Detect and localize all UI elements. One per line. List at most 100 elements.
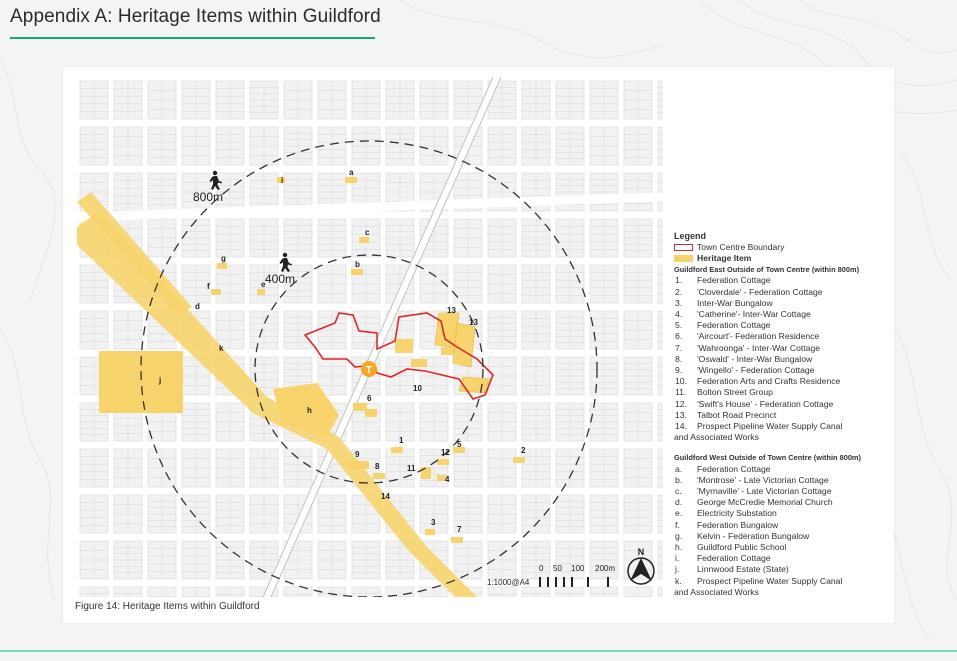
legend-item-text: Guildford Public School [697, 542, 787, 553]
legend-list-item: 11. Bolton Street Group [674, 387, 889, 398]
legend-item-number: 13. [675, 409, 687, 420]
item-label-6: 6 [367, 394, 372, 403]
legend-item-text: 'Wahroonga' - Inter-War Cottage [697, 342, 821, 353]
legend-item-text: Electricity Substation [697, 508, 777, 519]
legend-item-number: f. [675, 519, 680, 530]
legend-item-number: 4. [675, 309, 683, 320]
scale-tick-100: 100 [571, 564, 585, 573]
item-label-9: 9 [355, 450, 360, 459]
item-label-2: 2 [521, 446, 526, 455]
legend-list-item: 9. 'Wingello' - Federation Cottage [674, 365, 889, 376]
legend-list-item: a. Federation Cottage [674, 464, 889, 475]
walk-ring-400m-label: 400m [265, 272, 295, 286]
legend-item-number: e. [675, 508, 683, 519]
legend-list-item: 13. Talbot Road Precinct [674, 410, 889, 421]
legend-item-number: a. [675, 463, 683, 474]
scale-tick-50: 50 [553, 564, 562, 573]
legend-item-number: k. [675, 575, 682, 586]
west-item-k-continued: and Associated Works [674, 586, 759, 597]
item-label-f: f [207, 282, 210, 291]
scale-tick-0: 0 [539, 564, 544, 573]
item-label-i: i [281, 176, 283, 185]
legend-list-item: 8. 'Oswald' - Inter-War Bungalow [674, 354, 889, 365]
legend-item-text: Federation Cottage [697, 463, 771, 474]
legend-list-item: 10. Federation Arts and Crafts Residence [674, 376, 889, 387]
legend-item-number: 6. [675, 331, 683, 342]
heritage-map: 800m 400m T 1 2 3 4 5 6 7 8 9 10 11 12 1… [77, 77, 663, 597]
legend-item-number: h. [675, 542, 683, 553]
station-marker-label: T [366, 365, 372, 376]
legend-item-number: 11. [675, 387, 687, 398]
map-legend: Legend Town Centre Boundary Heritage Ite… [674, 231, 889, 598]
legend-item-number: i. [675, 553, 680, 564]
legend-item-number: 8. [675, 353, 683, 364]
legend-list-item: 4. 'Catherine'- Inter-War Cottage [674, 309, 889, 320]
item-label-11: 11 [407, 464, 416, 473]
boundary-swatch [674, 244, 693, 252]
item-label-c: c [365, 228, 370, 237]
legend-title: Legend [674, 231, 707, 241]
legend-list-item: h. Guildford Public School [674, 542, 889, 553]
legend-item-text: Inter-War Bungalow [697, 297, 773, 308]
legend-list-item: 6. 'Aircourt'- Federation Residence [674, 331, 889, 342]
legend-item-text: Prospect Pipeline Water Supply Canal [697, 575, 843, 586]
legend-item-text: Federation Cottage [697, 320, 771, 331]
item-label-b: b [355, 260, 360, 269]
legend-item-text: 'Catherine'- Inter-War Cottage [697, 309, 811, 320]
item-label-4: 4 [445, 475, 450, 484]
legend-item-text: Talbot Road Precinct [697, 409, 777, 420]
legend-key-heritage: Heritage Item [674, 253, 889, 264]
walk-ring-800m-label: 800m [193, 190, 223, 204]
item-label-g: g [221, 254, 226, 263]
legend-item-number: 1. [675, 275, 683, 286]
legend-item-number: 12. [675, 398, 687, 409]
legend-item-text: 'Cloverdale' - Federation Cottage [697, 286, 823, 297]
legend-heritage-label: Heritage Item [697, 253, 752, 264]
footer-rule [0, 650, 957, 652]
legend-list-item: 1. Federation Cottage [674, 275, 889, 286]
legend-item-number: g. [675, 530, 683, 541]
figure-panel: 800m 400m T 1 2 3 4 5 6 7 8 9 10 11 12 1… [63, 67, 894, 623]
legend-list-item: i. Federation Cottage [674, 553, 889, 564]
item-label-12: 12 [441, 448, 450, 457]
legend-list-item: b. 'Montrose' - Late Victorian Cottage [674, 475, 889, 486]
item-label-j: j [158, 376, 161, 385]
legend-item-number: b. [675, 474, 683, 485]
legend-item-number: 3. [675, 297, 683, 308]
legend-list-item: f. Federation Bungalow [674, 520, 889, 531]
title-underline [10, 37, 375, 39]
legend-item-text: Linnwood Estate (State) [697, 564, 789, 575]
legend-item-text: Federation Cottage [697, 275, 771, 286]
legend-list-item: g. Kelvin - Federation Bungalow [674, 531, 889, 542]
legend-item-text: Federation Bungalow [697, 519, 779, 530]
item-label-13a: 13 [447, 306, 456, 315]
legend-item-number: 10. [675, 376, 687, 387]
legend-item-text: 'Aircourt'- Federation Residence [697, 331, 820, 342]
west-group-heading: Guildford West Outside of Town Centre (w… [674, 453, 861, 463]
north-label: N [638, 547, 645, 557]
item-label-a: a [349, 168, 354, 177]
item-label-1: 1 [399, 436, 404, 445]
legend-item-text: Bolton Street Group [697, 387, 773, 398]
legend-list-item: j. Linnwood Estate (State) [674, 564, 889, 575]
legend-item-text: 'Montrose' - Late Victorian Cottage [697, 474, 829, 485]
east-item-14-continued: and Associated Works [674, 432, 759, 443]
legend-list-item: e. Electricity Substation [674, 508, 889, 519]
train-station-icon: T [361, 361, 377, 377]
legend-list-item: 3. Inter-War Bungalow [674, 298, 889, 309]
item-label-3: 3 [431, 518, 436, 527]
legend-item-text: Federation Cottage [697, 553, 771, 564]
legend-item-text: Kelvin - Federation Bungalow [697, 530, 810, 541]
item-label-13b: 13 [469, 318, 478, 327]
east-items-list: 1. Federation Cottage 2. 'Cloverdale' - Fed… [674, 275, 889, 432]
legend-list-item: 12. 'Swift's House' - Federation Cottage [674, 399, 889, 410]
west-items-list: a. Federation Cottage b. 'Montrose' - Late … [674, 464, 889, 587]
page-title: Appendix A: Heritage Items within Guildf… [10, 6, 381, 27]
legend-list-item: k. Prospect Pipeline Water Supply Canal [674, 576, 889, 587]
legend-item-number: 2. [675, 286, 683, 297]
legend-item-number: 14. [675, 421, 687, 432]
item-label-d: d [195, 302, 200, 311]
east-group-heading: Guildford East Outside of Town Centre (w… [674, 265, 860, 275]
item-label-e: e [261, 280, 266, 289]
item-label-10: 10 [413, 384, 422, 393]
